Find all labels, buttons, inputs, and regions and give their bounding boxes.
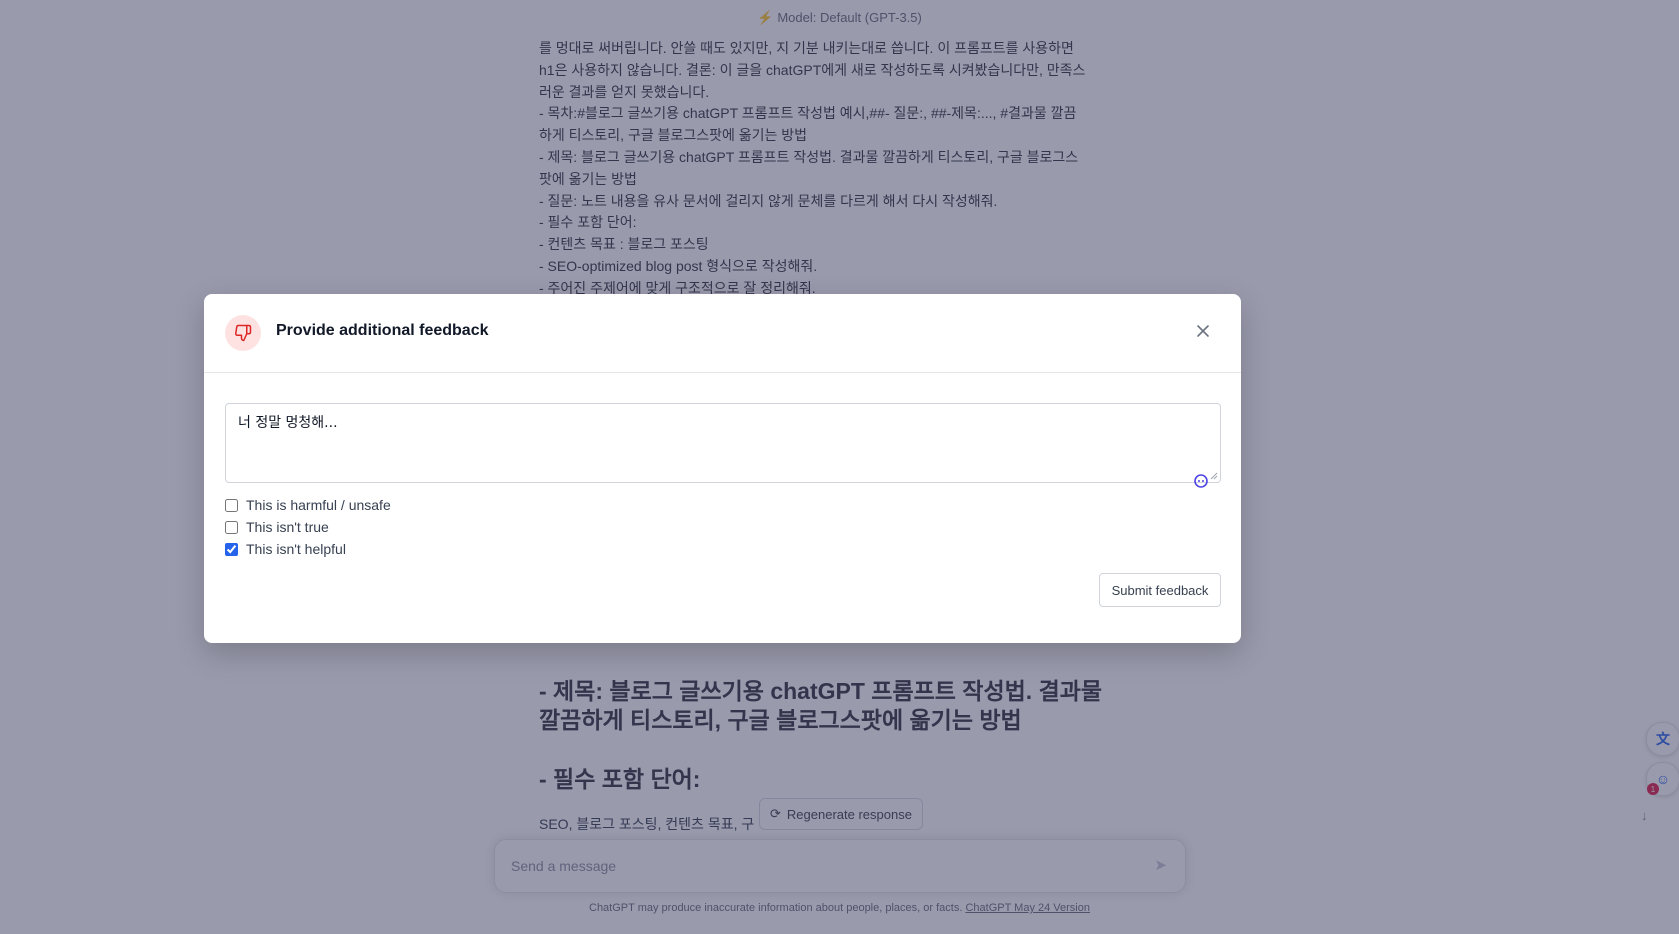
dialog-header: Provide additional feedback bbox=[204, 294, 1241, 373]
dialog-title: Provide additional feedback bbox=[276, 322, 489, 339]
option-label: This is harmful / unsafe bbox=[246, 497, 391, 513]
resize-handle-icon[interactable] bbox=[1210, 472, 1218, 480]
option-label: This isn't true bbox=[246, 519, 329, 535]
feedback-textarea[interactable]: 너 정말 멍청해... bbox=[226, 404, 1220, 482]
option-harmful[interactable]: This is harmful / unsafe bbox=[225, 494, 391, 516]
option-not-true[interactable]: This isn't true bbox=[225, 516, 391, 538]
feedback-options: This is harmful / unsafe This isn't true… bbox=[225, 494, 391, 560]
thumbs-down-icon bbox=[225, 315, 261, 351]
feedback-textarea-wrapper: 너 정말 멍청해... bbox=[225, 403, 1221, 488]
option-label: This isn't helpful bbox=[246, 541, 346, 557]
close-icon[interactable] bbox=[1191, 319, 1215, 343]
harmful-checkbox[interactable] bbox=[225, 498, 238, 512]
submit-feedback-button[interactable]: Submit feedback bbox=[1099, 573, 1221, 607]
not-true-checkbox[interactable] bbox=[225, 520, 238, 534]
grammar-assistant-icon[interactable] bbox=[1194, 474, 1208, 488]
not-helpful-checkbox[interactable] bbox=[225, 542, 238, 556]
feedback-dialog: Provide additional feedback 너 정말 멍청해... … bbox=[204, 294, 1241, 643]
option-not-helpful[interactable]: This isn't helpful bbox=[225, 538, 391, 560]
